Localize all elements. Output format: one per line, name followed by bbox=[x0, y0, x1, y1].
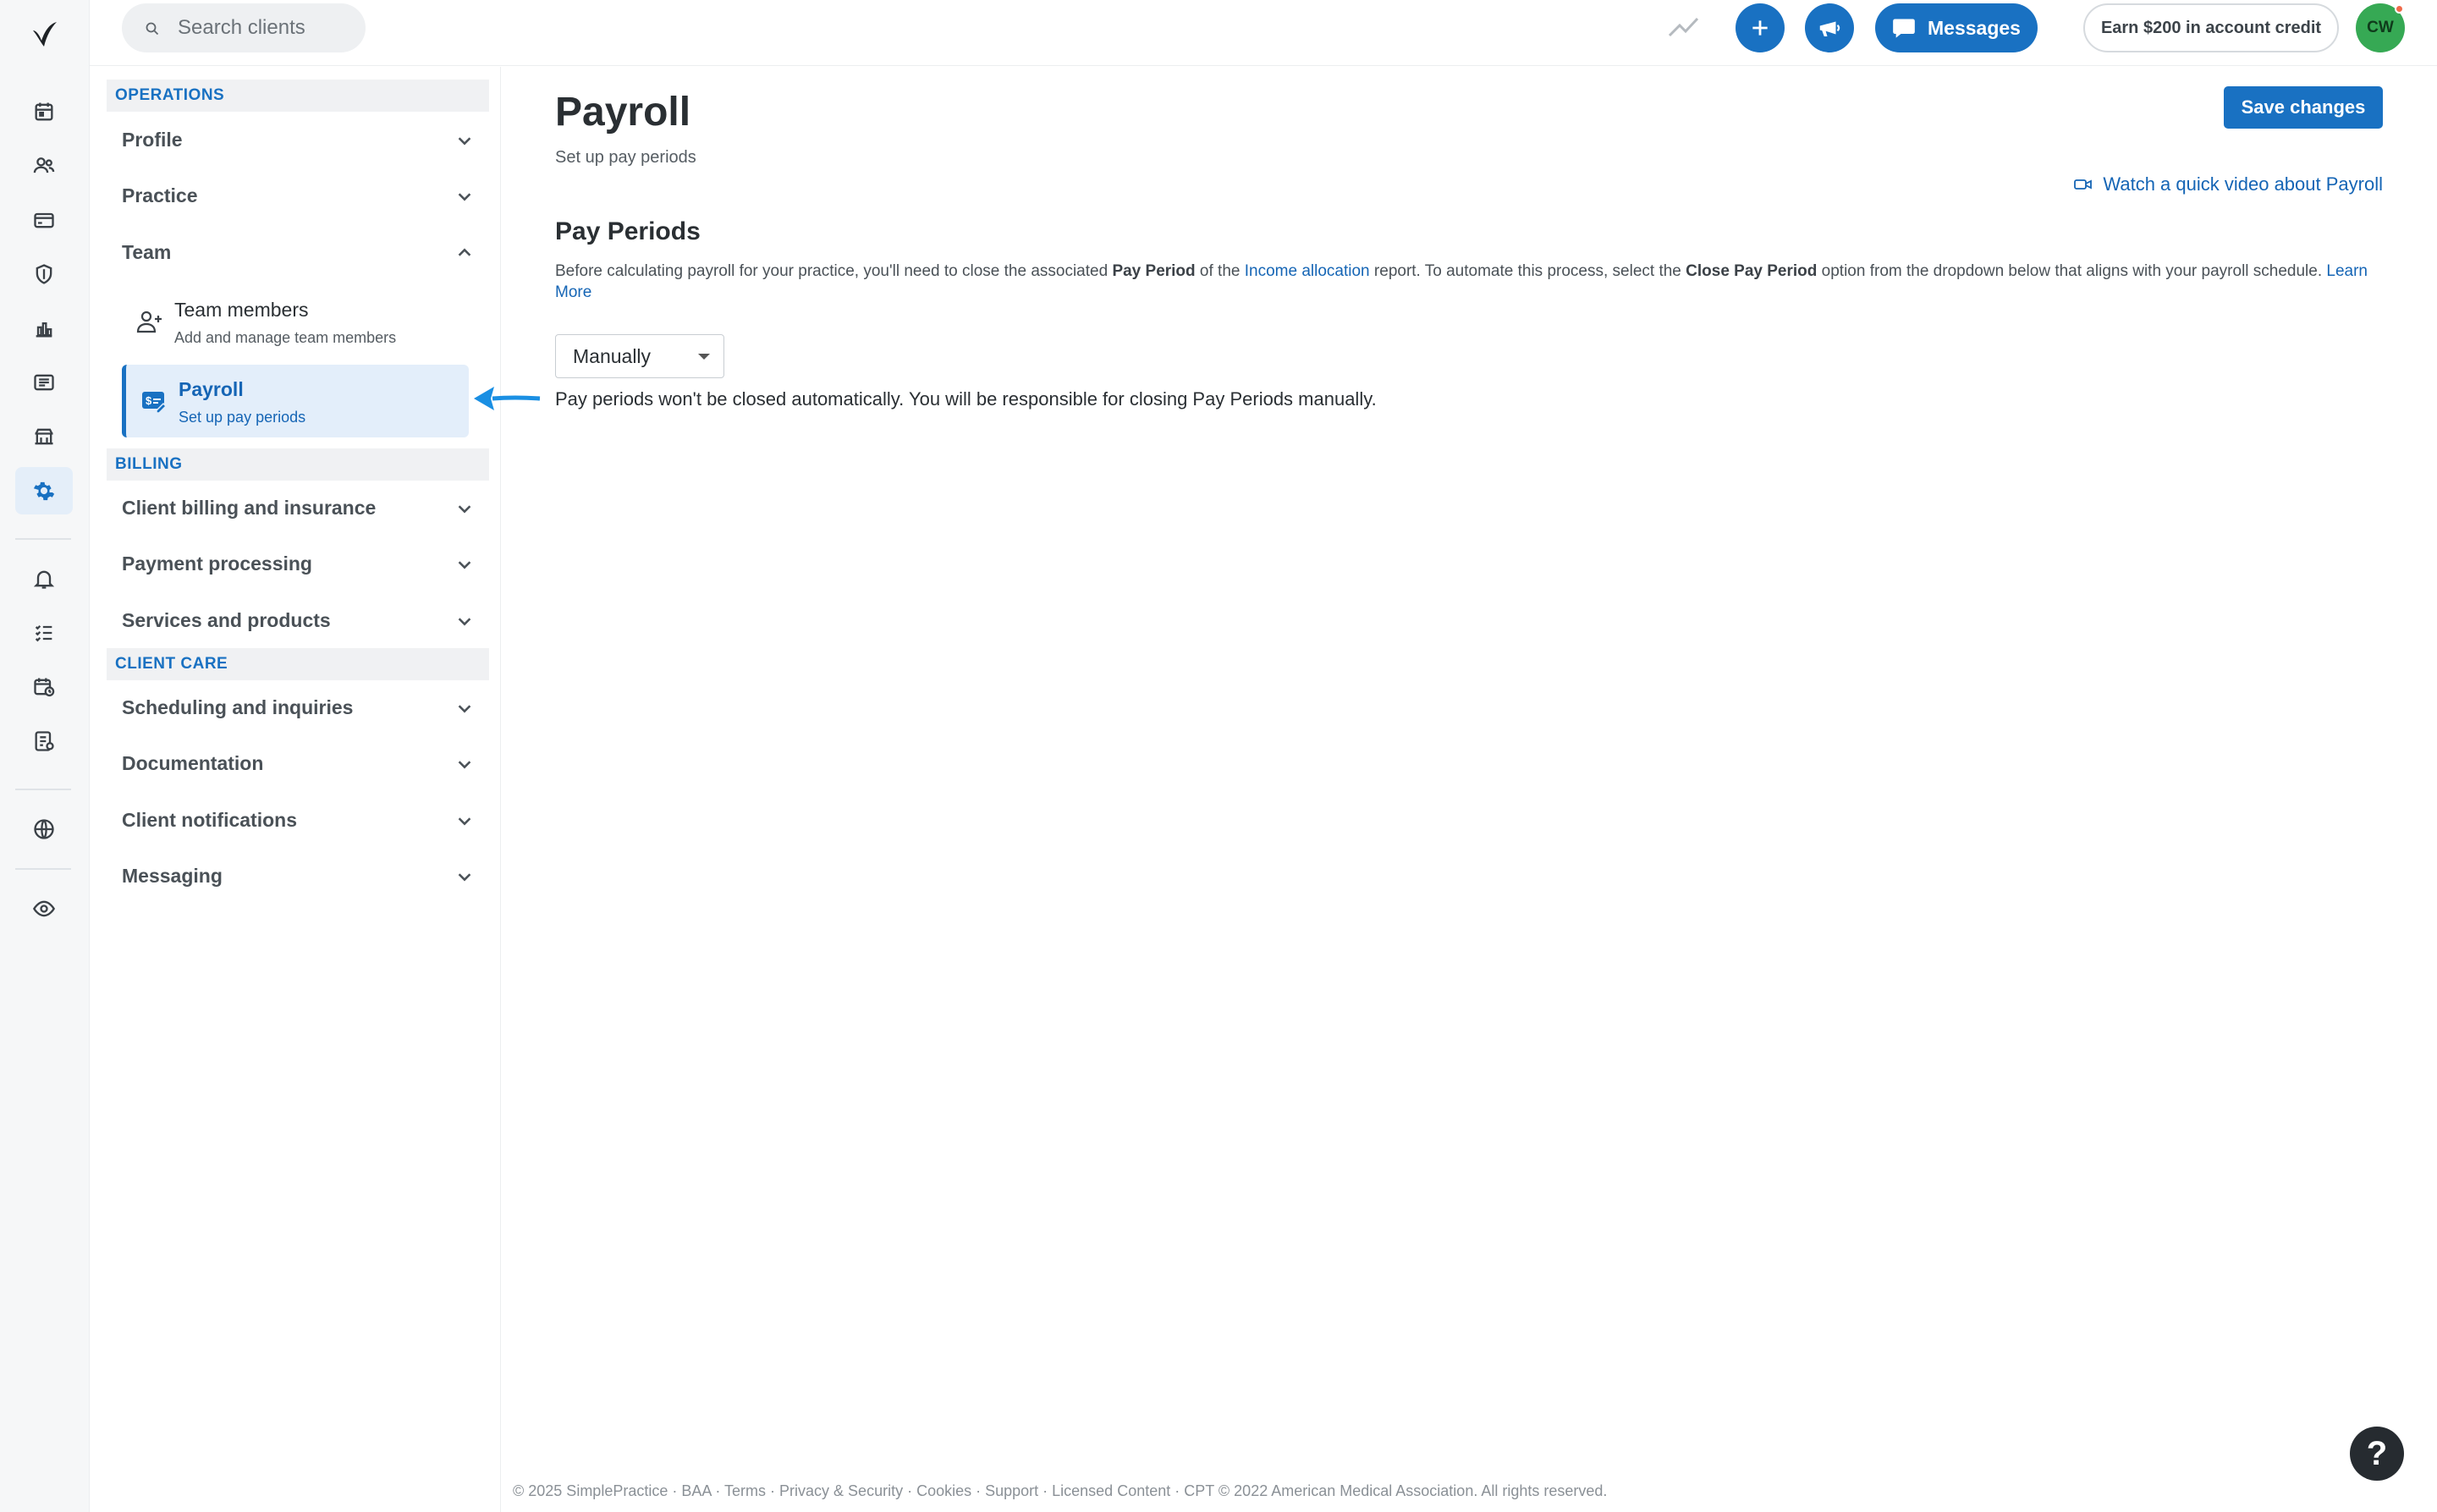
video-camera-icon bbox=[2074, 179, 2093, 190]
calendar-icon[interactable] bbox=[15, 88, 73, 135]
nav-client-billing-label: Client billing and insurance bbox=[122, 496, 377, 519]
watch-video-label: Watch a quick video about Payroll bbox=[2103, 173, 2383, 195]
plus-icon bbox=[1752, 20, 1768, 36]
nav-client-billing[interactable]: Client billing and insurance bbox=[107, 482, 489, 533]
page-title: Payroll bbox=[555, 90, 691, 135]
search-icon bbox=[146, 22, 159, 36]
icon-rail bbox=[0, 0, 90, 1512]
messages-button[interactable]: Messages bbox=[1875, 3, 2038, 52]
megaphone-icon bbox=[1819, 21, 1840, 36]
nav-team[interactable]: Team bbox=[107, 227, 489, 278]
billing-card-icon[interactable] bbox=[15, 196, 73, 244]
save-changes-button[interactable]: Save changes bbox=[2224, 86, 2383, 129]
page-subtitle: Set up pay periods bbox=[555, 148, 696, 167]
help-button[interactable]: ? bbox=[2350, 1427, 2404, 1481]
chevron-down-icon bbox=[458, 705, 471, 713]
tasks-checklist-icon[interactable] bbox=[15, 609, 73, 657]
income-allocation-link[interactable]: Income allocation bbox=[1245, 262, 1370, 280]
nav-services-products[interactable]: Services and products bbox=[107, 595, 489, 646]
team-members-desc: Add and manage team members bbox=[174, 329, 397, 346]
clients-icon[interactable] bbox=[15, 142, 73, 190]
nav-client-notifications[interactable]: Client notifications bbox=[107, 794, 489, 845]
calendar-clock-icon[interactable] bbox=[15, 663, 73, 711]
nav-services-products-label: Services and products bbox=[122, 608, 331, 631]
marketplace-icon[interactable] bbox=[15, 413, 73, 460]
settings-sidebar: OPERATIONS Profile Practice Team Team me… bbox=[90, 67, 501, 1512]
footer-legal: © 2025 SimplePractice · BAA · Terms · Pr… bbox=[513, 1482, 1608, 1499]
chevron-down-icon bbox=[458, 761, 471, 769]
payroll-icon: $ bbox=[142, 392, 168, 414]
nav-scheduling-label: Scheduling and inquiries bbox=[122, 696, 354, 718]
chat-bubble-icon bbox=[1893, 19, 1915, 38]
sub-item-team-members[interactable]: Team members Add and manage team members bbox=[122, 285, 469, 358]
eye-icon[interactable] bbox=[15, 885, 73, 932]
payroll-title: Payroll bbox=[179, 378, 244, 400]
payroll-desc: Set up pay periods bbox=[179, 409, 306, 426]
watch-video-link[interactable]: Watch a quick video about Payroll bbox=[2074, 173, 2383, 195]
close-pay-period-select[interactable]: Manually bbox=[555, 334, 724, 378]
settings-gear-icon[interactable] bbox=[15, 467, 73, 514]
section-header-billing: BILLING bbox=[107, 448, 489, 481]
chevron-down-icon bbox=[458, 817, 471, 826]
pay-periods-title: Pay Periods bbox=[555, 217, 701, 245]
pay-period-hint: Pay periods won't be closed automaticall… bbox=[555, 388, 1377, 410]
nav-payment-processing-label: Payment processing bbox=[122, 552, 312, 575]
chevron-up-icon bbox=[458, 248, 471, 256]
notifications-bell-icon[interactable] bbox=[15, 555, 73, 602]
svg-text:$: $ bbox=[146, 394, 152, 407]
chevron-down-icon bbox=[458, 137, 471, 146]
earn-credit-button[interactable]: Earn $200 in account credit bbox=[2083, 3, 2339, 52]
desc-bold-pay-period: Pay Period bbox=[1112, 262, 1196, 280]
nav-practice-label: Practice bbox=[122, 184, 198, 206]
chevron-down-icon bbox=[458, 618, 471, 626]
add-plus-button[interactable] bbox=[1736, 3, 1785, 52]
nav-payment-processing[interactable]: Payment processing bbox=[107, 538, 489, 589]
nav-team-label: Team bbox=[122, 240, 172, 263]
desc-text-4: option from the dropdown below that alig… bbox=[1817, 262, 2327, 280]
select-value: Manually bbox=[573, 344, 652, 367]
avatar-initials: CW bbox=[2367, 19, 2394, 36]
chevron-down-icon bbox=[458, 193, 471, 201]
main-content: Payroll Set up pay periods Save changes … bbox=[502, 67, 2437, 1512]
nav-profile-label: Profile bbox=[122, 128, 183, 151]
chevron-down-icon bbox=[458, 561, 471, 569]
notes-document-icon[interactable] bbox=[15, 718, 73, 765]
top-bar: Messages Earn $200 in account credit CW bbox=[90, 0, 2437, 66]
nav-messaging-label: Messaging bbox=[122, 864, 223, 887]
caret-down-icon bbox=[698, 354, 710, 360]
chevron-down-icon bbox=[458, 873, 471, 882]
desc-bold-close-pay-period: Close Pay Period bbox=[1686, 262, 1818, 280]
pay-periods-description: Before calculating payroll for your prac… bbox=[555, 261, 2391, 303]
nav-messaging[interactable]: Messaging bbox=[107, 850, 489, 901]
team-members-title: Team members bbox=[174, 299, 309, 321]
announcements-button[interactable] bbox=[1805, 3, 1854, 52]
reports-icon[interactable] bbox=[15, 359, 73, 406]
user-avatar[interactable]: CW bbox=[2356, 3, 2405, 52]
trend-chart-icon[interactable] bbox=[1667, 12, 1701, 41]
simplepractice-logo-icon[interactable] bbox=[26, 15, 63, 52]
globe-icon[interactable] bbox=[15, 805, 73, 853]
nav-profile[interactable]: Profile bbox=[107, 114, 489, 165]
section-header-operations: OPERATIONS bbox=[107, 80, 489, 112]
annotation-arrow-icon bbox=[474, 387, 541, 410]
desc-text-2: of the bbox=[1195, 262, 1245, 280]
desc-text-1: Before calculating payroll for your prac… bbox=[555, 262, 1113, 280]
nav-client-notifications-label: Client notifications bbox=[122, 808, 297, 831]
section-header-client-care: CLIENT CARE bbox=[107, 648, 489, 680]
insurance-shield-icon[interactable] bbox=[15, 250, 73, 298]
nav-documentation[interactable]: Documentation bbox=[107, 738, 489, 789]
messages-label: Messages bbox=[1928, 16, 2021, 39]
add-user-icon bbox=[136, 311, 162, 333]
search-input[interactable] bbox=[178, 16, 347, 40]
notification-dot bbox=[2395, 4, 2404, 14]
analytics-icon[interactable] bbox=[15, 305, 73, 352]
nav-scheduling[interactable]: Scheduling and inquiries bbox=[107, 682, 489, 733]
nav-documentation-label: Documentation bbox=[122, 751, 264, 774]
search-box[interactable] bbox=[122, 3, 366, 52]
desc-text-3: report. To automate this process, select… bbox=[1369, 262, 1686, 280]
sub-item-payroll[interactable]: $ Payroll Set up pay periods bbox=[122, 365, 469, 437]
chevron-down-icon bbox=[458, 505, 471, 514]
nav-practice[interactable]: Practice bbox=[107, 170, 489, 221]
